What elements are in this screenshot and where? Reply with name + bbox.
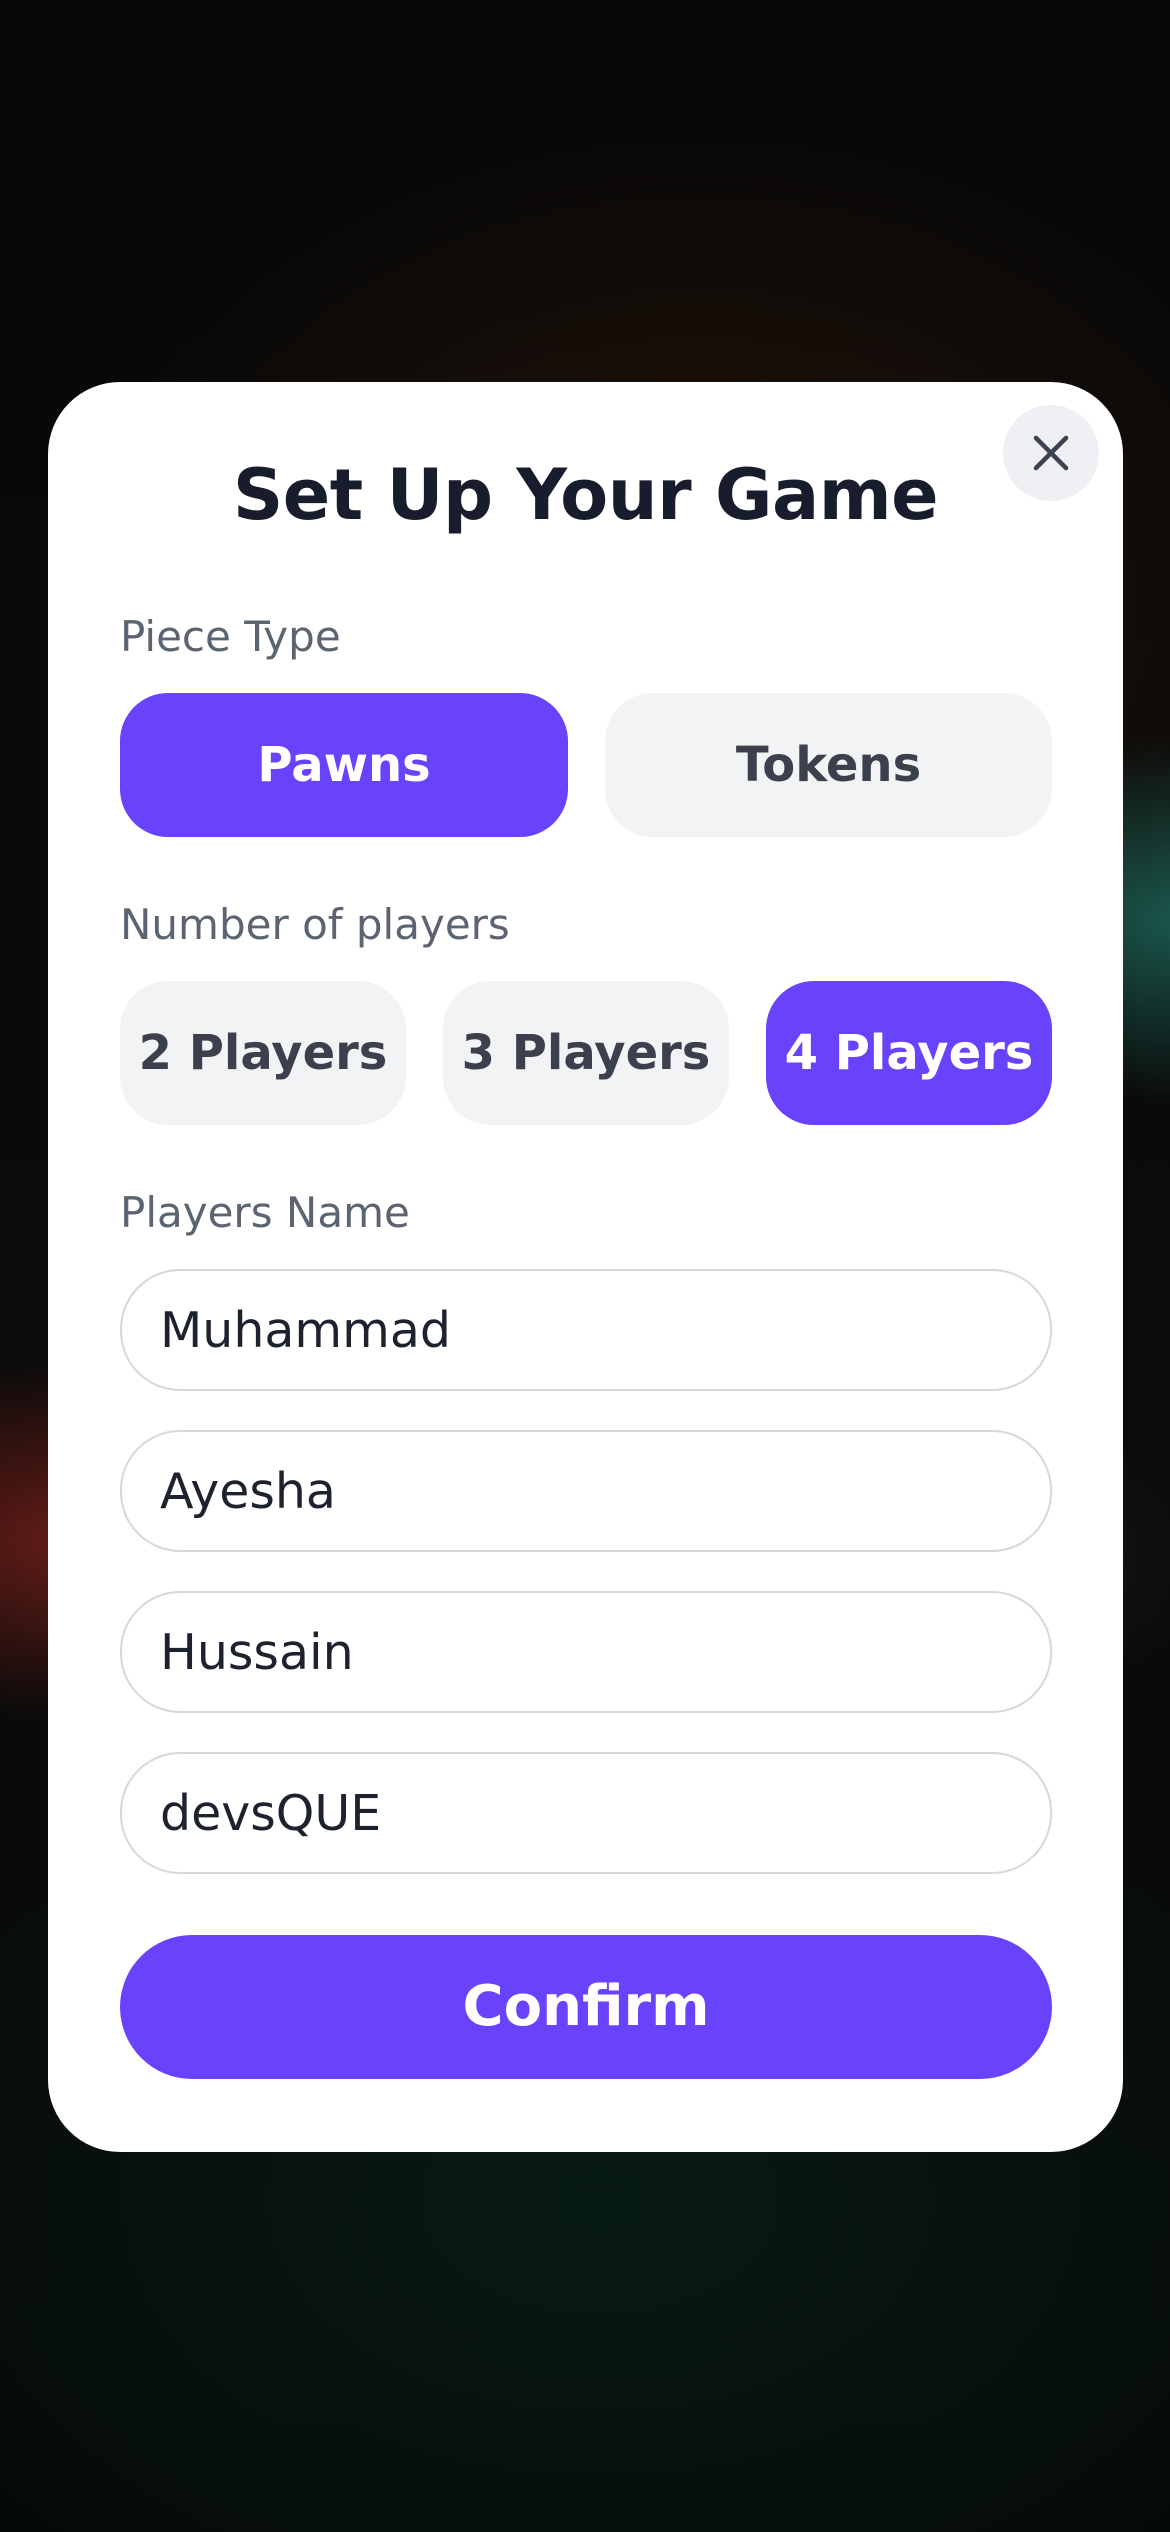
player-name-field-4[interactable]	[120, 1752, 1052, 1874]
player-name-field-3[interactable]	[120, 1591, 1052, 1713]
players-2-option[interactable]: 2 Players	[120, 981, 406, 1125]
player-name-input-2[interactable]	[122, 1432, 1040, 1550]
player-name-input-1[interactable]	[122, 1271, 1040, 1389]
modal-title: Set Up Your Game	[232, 454, 939, 536]
player-name-input-4[interactable]	[122, 1754, 1040, 1872]
player-name-field-1[interactable]	[120, 1269, 1052, 1391]
piece-type-label: Piece Type	[120, 612, 341, 661]
player-name-input-3[interactable]	[122, 1593, 1040, 1711]
players-name-label: Players Name	[120, 1188, 410, 1237]
number-of-players-label: Number of players	[120, 900, 510, 949]
players-4-option[interactable]: 4 Players	[766, 981, 1052, 1125]
confirm-button[interactable]: Confirm	[120, 1935, 1052, 2079]
piece-type-tokens-option[interactable]: Tokens	[605, 693, 1052, 837]
piece-type-pawns-option[interactable]: Pawns	[120, 693, 568, 837]
setup-game-modal: Set Up Your Game Piece Type Pawns Tokens…	[48, 382, 1123, 2152]
player-name-field-2[interactable]	[120, 1430, 1052, 1552]
players-3-option[interactable]: 3 Players	[443, 981, 729, 1125]
